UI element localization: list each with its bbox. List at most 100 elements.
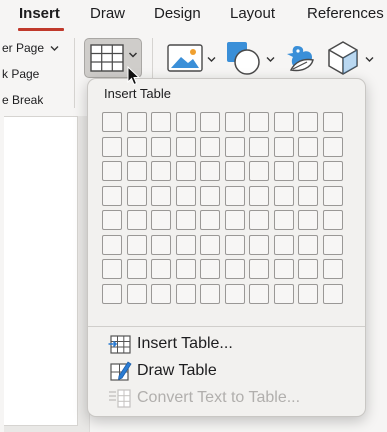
table-grid-cell[interactable] xyxy=(126,259,147,279)
draw-table-menu-item[interactable]: Draw Table xyxy=(108,359,217,383)
table-grid-cell[interactable] xyxy=(249,283,269,304)
table-grid-cell[interactable] xyxy=(151,234,171,255)
table-grid-cell[interactable] xyxy=(175,210,196,230)
chevron-down-icon[interactable] xyxy=(207,56,216,63)
table-grid-cell[interactable] xyxy=(273,136,294,157)
table-grid-cell[interactable] xyxy=(102,259,122,279)
chevron-down-icon[interactable] xyxy=(266,56,275,63)
table-grid-cell[interactable] xyxy=(126,210,147,230)
table-grid-cell[interactable] xyxy=(273,283,294,304)
table-grid-cell[interactable] xyxy=(102,210,122,230)
table-grid-cell[interactable] xyxy=(126,112,147,132)
table-grid-cell[interactable] xyxy=(102,234,122,255)
tab-draw[interactable]: Draw xyxy=(90,5,125,22)
table-grid-cell[interactable] xyxy=(298,283,318,304)
mouse-cursor-icon xyxy=(127,66,141,86)
table-grid-cell[interactable] xyxy=(200,283,220,304)
table-grid-cell[interactable] xyxy=(322,185,343,206)
table-size-grid[interactable] xyxy=(102,112,350,310)
table-grid-cell[interactable] xyxy=(102,161,122,181)
tab-layout[interactable]: Layout xyxy=(230,5,275,22)
table-grid-cell[interactable] xyxy=(151,136,171,157)
table-grid-cell[interactable] xyxy=(298,185,318,206)
table-grid-cell[interactable] xyxy=(249,259,269,279)
table-grid-cell[interactable] xyxy=(102,112,122,132)
table-grid-cell[interactable] xyxy=(175,185,196,206)
table-grid-cell[interactable] xyxy=(151,210,171,230)
table-grid-cell[interactable] xyxy=(151,259,171,279)
icons-icon[interactable] xyxy=(283,40,319,76)
3d-models-icon[interactable] xyxy=(327,40,359,76)
table-grid-cell[interactable] xyxy=(249,234,269,255)
table-grid-cell[interactable] xyxy=(200,234,220,255)
table-grid-cell[interactable] xyxy=(102,185,122,206)
shapes-icon[interactable] xyxy=(225,40,263,76)
table-grid-cell[interactable] xyxy=(224,112,245,132)
table-grid-cell[interactable] xyxy=(175,161,196,181)
table-grid-cell[interactable] xyxy=(249,185,269,206)
table-grid-cell[interactable] xyxy=(151,185,171,206)
table-grid-cell[interactable] xyxy=(322,112,343,132)
blank-page-button[interactable]: k Page xyxy=(2,67,39,81)
table-grid-cell[interactable] xyxy=(273,185,294,206)
table-grid-cell[interactable] xyxy=(126,234,147,255)
table-grid-cell[interactable] xyxy=(224,185,245,206)
table-grid-cell[interactable] xyxy=(298,210,318,230)
table-grid-cell[interactable] xyxy=(224,210,245,230)
tab-insert[interactable]: Insert xyxy=(19,5,60,22)
table-grid-cell[interactable] xyxy=(322,234,343,255)
table-grid-cell[interactable] xyxy=(273,234,294,255)
insert-table-menu-item[interactable]: Insert Table... xyxy=(108,332,233,356)
table-grid-cell[interactable] xyxy=(273,112,294,132)
table-grid-cell[interactable] xyxy=(224,136,245,157)
table-grid-cell[interactable] xyxy=(102,136,122,157)
table-grid-cell[interactable] xyxy=(224,234,245,255)
table-grid-cell[interactable] xyxy=(273,259,294,279)
table-grid-cell[interactable] xyxy=(151,112,171,132)
table-grid-cell[interactable] xyxy=(322,210,343,230)
table-grid-cell[interactable] xyxy=(200,136,220,157)
table-grid-cell[interactable] xyxy=(298,136,318,157)
table-grid-cell[interactable] xyxy=(200,210,220,230)
table-grid-cell[interactable] xyxy=(322,259,343,279)
table-grid-cell[interactable] xyxy=(249,210,269,230)
table-grid-cell[interactable] xyxy=(200,185,220,206)
table-grid-cell[interactable] xyxy=(126,283,147,304)
table-grid-cell[interactable] xyxy=(126,185,147,206)
tab-references[interactable]: References xyxy=(307,5,384,22)
table-grid-cell[interactable] xyxy=(175,136,196,157)
table-grid-cell[interactable] xyxy=(126,136,147,157)
document-page[interactable] xyxy=(4,116,78,426)
table-grid-cell[interactable] xyxy=(249,136,269,157)
table-grid-cell[interactable] xyxy=(102,283,122,304)
table-grid-cell[interactable] xyxy=(298,112,318,132)
table-grid-cell[interactable] xyxy=(200,259,220,279)
table-grid-cell[interactable] xyxy=(126,161,147,181)
table-grid-cell[interactable] xyxy=(175,112,196,132)
table-grid-cell[interactable] xyxy=(249,112,269,132)
table-grid-cell[interactable] xyxy=(175,234,196,255)
table-grid-cell[interactable] xyxy=(273,161,294,181)
table-grid-cell[interactable] xyxy=(322,136,343,157)
table-grid-cell[interactable] xyxy=(151,283,171,304)
table-grid-cell[interactable] xyxy=(200,161,220,181)
table-grid-cell[interactable] xyxy=(249,161,269,181)
table-grid-cell[interactable] xyxy=(298,259,318,279)
table-grid-cell[interactable] xyxy=(322,283,343,304)
table-grid-cell[interactable] xyxy=(298,161,318,181)
table-grid-cell[interactable] xyxy=(151,161,171,181)
picture-icon[interactable] xyxy=(167,44,203,72)
table-grid-cell[interactable] xyxy=(224,259,245,279)
page-break-button[interactable]: e Break xyxy=(2,93,43,107)
table-grid-cell[interactable] xyxy=(273,210,294,230)
table-grid-cell[interactable] xyxy=(175,283,196,304)
table-grid-cell[interactable] xyxy=(224,161,245,181)
table-grid-cell[interactable] xyxy=(175,259,196,279)
table-grid-cell[interactable] xyxy=(224,283,245,304)
tab-design[interactable]: Design xyxy=(154,5,201,22)
table-grid-cell[interactable] xyxy=(200,112,220,132)
table-grid-cell[interactable] xyxy=(298,234,318,255)
chevron-down-icon[interactable] xyxy=(365,56,374,63)
cover-page-button[interactable]: er Page xyxy=(2,41,59,55)
table-grid-cell[interactable] xyxy=(322,161,343,181)
